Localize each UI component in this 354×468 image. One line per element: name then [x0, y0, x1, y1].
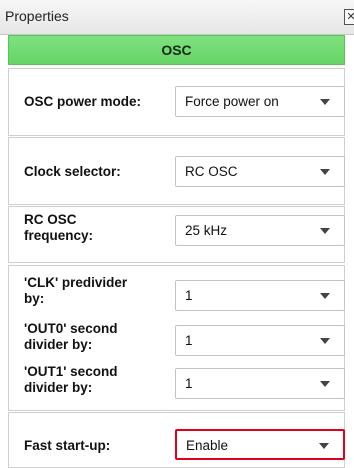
- clk-predivider-label-line1: 'CLK' predivider: [24, 275, 128, 290]
- chevron-down-icon: [319, 443, 329, 449]
- chevron-down-icon: [320, 99, 330, 105]
- out0-divider-label-line1: 'OUT0' second: [24, 321, 118, 336]
- section-header-osc[interactable]: OSC: [8, 35, 345, 65]
- rc-osc-frequency-label-line2: frequency:: [24, 228, 94, 243]
- panel-titlebar: Properties ✕: [0, 0, 354, 35]
- fast-startup-dropdown[interactable]: Enable: [175, 429, 345, 460]
- chevron-down-icon: [320, 169, 330, 175]
- out1-divider-label-line2: divider by:: [24, 380, 93, 395]
- out0-divider-value: 1: [185, 333, 193, 348]
- clock-selector-label: Clock selector:: [24, 164, 121, 179]
- out0-divider-label-line2: divider by:: [24, 337, 93, 352]
- fast-startup-group: Fast start-up: Enable: [8, 412, 345, 468]
- panel-title: Properties: [5, 8, 69, 24]
- chevron-down-icon: [320, 338, 330, 344]
- clock-selector-dropdown[interactable]: RC OSC: [175, 156, 345, 187]
- clock-selector-group: Clock selector: RC OSC: [8, 137, 345, 205]
- fast-startup-label: Fast start-up:: [24, 438, 111, 453]
- osc-power-mode-dropdown[interactable]: Force power on: [175, 86, 345, 117]
- clk-predivider-label: 'CLK' predivider by:: [24, 275, 127, 307]
- out0-divider-dropdown[interactable]: 1: [175, 325, 345, 356]
- clk-predivider-value: 1: [185, 288, 193, 303]
- clk-predivider-dropdown[interactable]: 1: [175, 280, 345, 311]
- rc-osc-frequency-dropdown[interactable]: 25 kHz: [175, 215, 345, 246]
- osc-power-mode-label: OSC power mode:: [24, 94, 142, 109]
- out1-divider-label: 'OUT1' second divider by:: [24, 364, 117, 396]
- clk-predivider-label-line2: by:: [24, 291, 45, 306]
- rc-osc-frequency-label-line1: RC OSC: [24, 212, 77, 227]
- chevron-down-icon: [320, 381, 330, 387]
- osc-power-mode-value: Force power on: [185, 94, 279, 109]
- close-icon[interactable]: ✕: [344, 9, 354, 25]
- rc-osc-frequency-value: 25 kHz: [185, 223, 228, 238]
- dividers-group: 'CLK' predivider by: 1 'OUT0' second div…: [8, 265, 345, 411]
- rc-osc-frequency-label: RC OSC frequency:: [24, 212, 93, 244]
- out1-divider-dropdown[interactable]: 1: [175, 368, 345, 399]
- fast-startup-value: Enable: [186, 438, 229, 453]
- out0-divider-label: 'OUT0' second divider by:: [24, 321, 117, 353]
- clock-selector-value: RC OSC: [185, 164, 238, 179]
- chevron-down-icon: [320, 228, 330, 234]
- rc-osc-frequency-group: RC OSC frequency: 25 kHz: [8, 206, 345, 263]
- osc-power-mode-group: OSC power mode: Force power on: [8, 68, 345, 136]
- chevron-down-icon: [320, 293, 330, 299]
- out1-divider-value: 1: [185, 376, 193, 391]
- out1-divider-label-line1: 'OUT1' second: [24, 364, 118, 379]
